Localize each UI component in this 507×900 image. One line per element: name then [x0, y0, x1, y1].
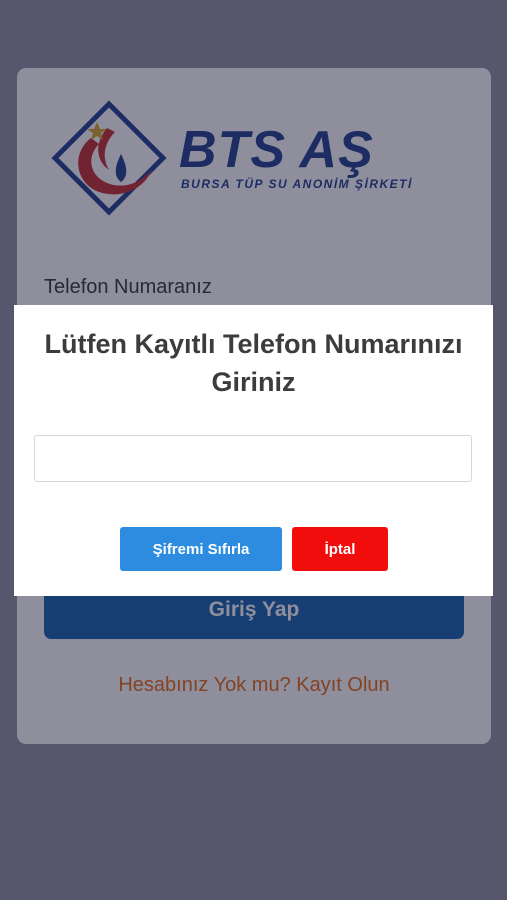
- dialog-title: Lütfen Kayıtlı Telefon Numarınızı Girini…: [44, 329, 463, 397]
- cancel-button[interactable]: İptal: [292, 527, 388, 571]
- reset-password-button[interactable]: Şifremi Sıfırla: [120, 527, 282, 571]
- phone-number-input[interactable]: [34, 435, 472, 482]
- app-screen: BTS AŞ BURSA TÜP SU ANONİM ŞİRKETİ Telef…: [0, 0, 507, 900]
- reset-password-dialog: Lütfen Kayıtlı Telefon Numarınızı Girini…: [14, 305, 493, 596]
